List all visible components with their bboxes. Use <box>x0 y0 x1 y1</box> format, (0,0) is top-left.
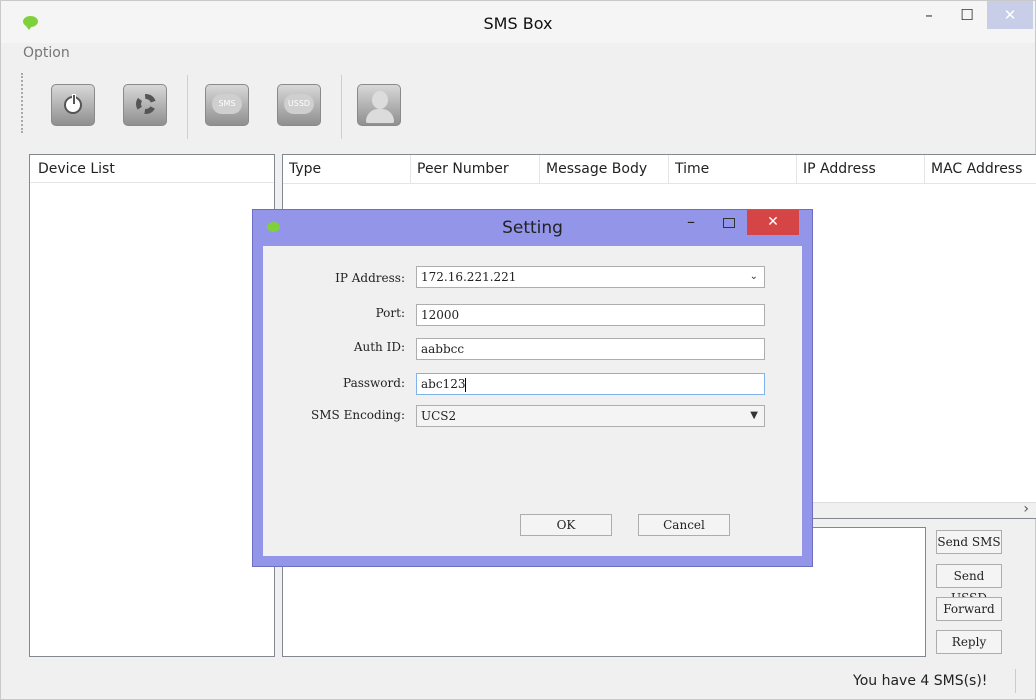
maximize-button[interactable]: ☐ <box>951 1 983 29</box>
device-list-title: Device List <box>38 161 115 177</box>
person-icon-body <box>366 109 394 123</box>
menu-option[interactable]: Option <box>23 45 70 61</box>
sms-encoding-label: SMS Encoding: <box>311 408 405 422</box>
contacts-button[interactable] <box>357 84 401 126</box>
toolbar-grip[interactable] <box>21 73 27 133</box>
power-icon <box>64 94 82 114</box>
port-value: 12000 <box>421 308 460 322</box>
dialog-body: IP Address: 172.16.221.221 ⌄ Port: 12000… <box>263 246 802 556</box>
gear-icon <box>136 94 156 114</box>
auth-id-label: Auth ID: <box>353 340 405 354</box>
setting-dialog: Setting – ✕ IP Address: 172.16.221.221 ⌄… <box>252 209 813 567</box>
title-bar: SMS Box – ☐ ✕ <box>1 1 1035 43</box>
dialog-close-button[interactable]: ✕ <box>747 210 799 235</box>
ip-address-combo[interactable]: 172.16.221.221 ⌄ <box>416 266 765 288</box>
ok-button[interactable]: OK <box>520 514 612 536</box>
password-value: abc123 <box>421 377 466 391</box>
ussd-bubble-icon: USSD <box>284 94 314 114</box>
ip-address-label: IP Address: <box>335 271 405 285</box>
chevron-down-icon[interactable]: ⌄ <box>750 267 758 287</box>
column-header-peer-number[interactable]: Peer Number <box>411 155 540 183</box>
divider <box>283 183 1036 184</box>
password-input[interactable]: abc123 <box>416 373 765 395</box>
column-header-time[interactable]: Time <box>669 155 797 183</box>
send-sms-button[interactable]: Send SMS <box>936 530 1002 554</box>
send-ussd-button[interactable]: Send USSD <box>936 564 1002 605</box>
toolbar-separator <box>187 75 188 139</box>
toolbar: SMS USSD <box>21 71 1021 143</box>
ip-address-value: 172.16.221.221 <box>421 270 517 284</box>
minimize-button[interactable]: – <box>913 1 945 29</box>
toolbar-separator <box>341 75 342 139</box>
forward-button[interactable]: Forward <box>936 597 1002 621</box>
sms-encoding-value: UCS2 <box>421 409 457 423</box>
text-caret <box>465 377 467 392</box>
column-header-ip-address[interactable]: IP Address <box>797 155 925 183</box>
power-button[interactable] <box>51 84 95 126</box>
window-title: SMS Box <box>483 14 553 33</box>
sms-bubble-icon: SMS <box>212 94 242 114</box>
auth-id-input[interactable]: aabbcc <box>416 338 765 360</box>
device-list-panel[interactable]: Device List <box>29 154 275 657</box>
sms-encoding-select[interactable]: UCS2 ▼ <box>416 405 765 427</box>
cancel-button[interactable]: Cancel <box>638 514 730 536</box>
divider <box>30 182 274 183</box>
password-label: Password: <box>343 376 405 390</box>
person-icon <box>372 91 388 109</box>
column-header-message-body[interactable]: Message Body <box>540 155 669 183</box>
dialog-maximize-button[interactable] <box>723 218 735 228</box>
dropdown-arrow-icon[interactable]: ▼ <box>750 406 758 426</box>
port-input[interactable]: 12000 <box>416 304 765 326</box>
status-separator <box>1015 669 1016 693</box>
column-header-type[interactable]: Type <box>283 155 411 183</box>
ussd-button[interactable]: USSD <box>277 84 321 126</box>
auth-id-value: aabbcc <box>421 342 465 356</box>
reply-button[interactable]: Reply <box>936 630 1002 654</box>
settings-button[interactable] <box>123 84 167 126</box>
status-message: You have 4 SMS(s)! <box>853 673 988 689</box>
close-button[interactable]: ✕ <box>987 1 1033 29</box>
port-label: Port: <box>375 306 405 320</box>
dialog-minimize-button[interactable]: – <box>687 212 695 231</box>
column-header-mac-address[interactable]: MAC Address <box>925 155 1036 183</box>
scroll-right-icon[interactable]: › <box>1023 501 1029 517</box>
sms-button[interactable]: SMS <box>205 84 249 126</box>
